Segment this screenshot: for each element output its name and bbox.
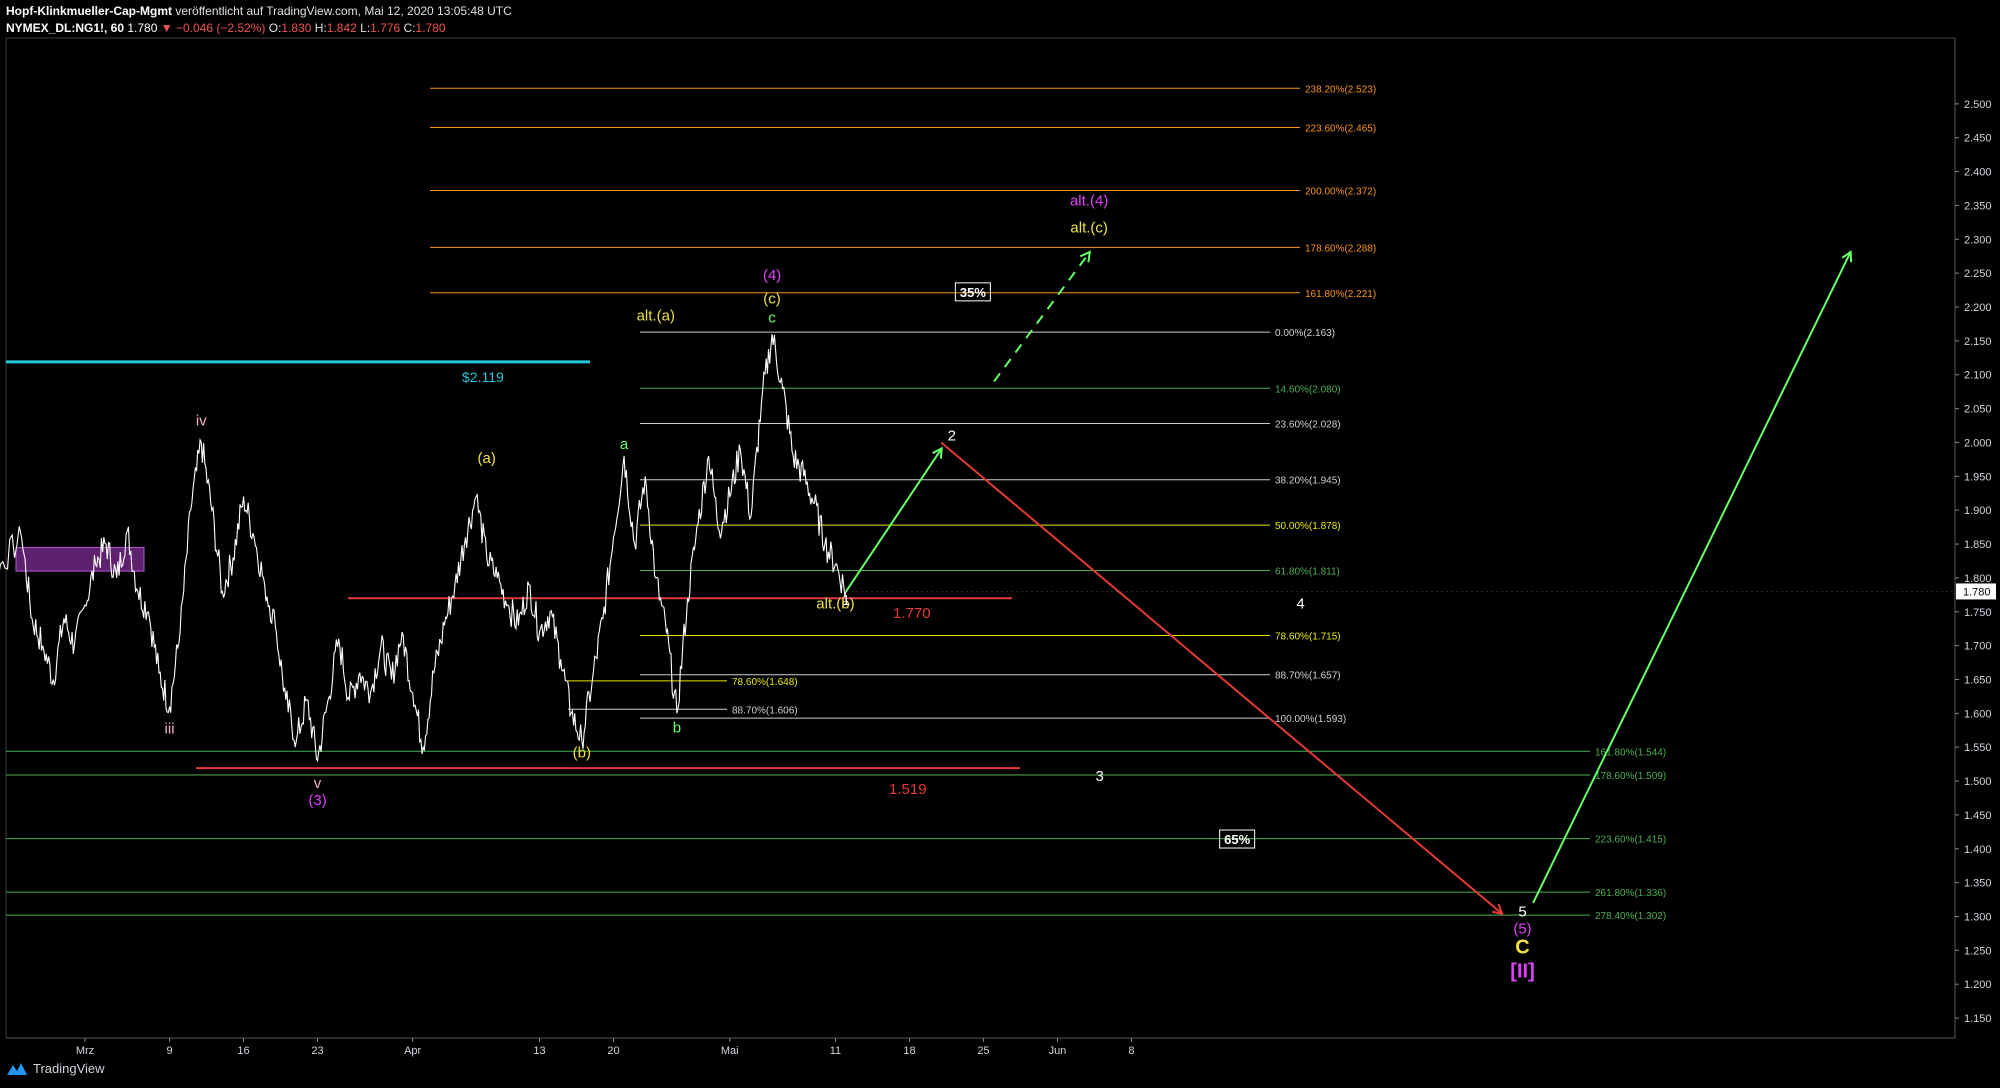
tradingview-logo-text: TradingView xyxy=(33,1061,105,1076)
y-tick-label: 2.150 xyxy=(1964,336,1992,348)
projection-arrow xyxy=(993,253,1089,383)
x-tick-label: 20 xyxy=(607,1045,619,1057)
y-tick-label: 1.500 xyxy=(1964,776,1992,788)
fib-level-label: 223.60%(2.465) xyxy=(1305,124,1376,135)
wave-label: 5 xyxy=(1518,903,1526,920)
x-tick-label: 23 xyxy=(311,1045,323,1057)
y-tick-label: 1.700 xyxy=(1964,641,1992,653)
wave-label: b xyxy=(673,719,681,736)
fib-level-label: 161.80%(2.221) xyxy=(1305,289,1376,300)
cyan-level-label: $2.119 xyxy=(462,369,504,385)
wave-label: (c) xyxy=(763,291,781,308)
fib-level-label: 261.80%(1.336) xyxy=(1595,888,1666,899)
fib-level-label: 223.60%(1.415) xyxy=(1595,835,1666,846)
fib-level-label: 178.60%(1.509) xyxy=(1595,771,1666,782)
y-tick-label: 2.300 xyxy=(1964,234,1992,246)
fib-level-label: 78.60%(1.715) xyxy=(1275,631,1341,642)
y-tick-label: 1.950 xyxy=(1964,471,1992,483)
wave-label: (b) xyxy=(573,744,591,761)
x-tick-label: Jun xyxy=(1049,1045,1067,1057)
fib-level-label: 38.20%(1.945) xyxy=(1275,476,1341,487)
wave-label: 2 xyxy=(948,427,956,444)
y-tick-label: 1.750 xyxy=(1964,607,1992,619)
fib-level-label: 278.40%(1.302) xyxy=(1595,911,1666,922)
y-tick-label: 2.500 xyxy=(1964,99,1992,111)
y-tick-label: 1.800 xyxy=(1964,573,1992,585)
x-tick-label: 8 xyxy=(1128,1045,1134,1057)
y-tick-label: 2.000 xyxy=(1964,437,1992,449)
x-tick-label: Mrz xyxy=(76,1045,94,1057)
wave-label: alt.(a) xyxy=(637,308,675,325)
x-tick-label: 13 xyxy=(533,1045,545,1057)
fib-level-label: 61.80%(1.811) xyxy=(1275,566,1340,577)
wave-label: 1 xyxy=(842,592,850,609)
y-tick-label: 1.150 xyxy=(1964,1013,1992,1025)
fib-level-label: 78.60%(1.648) xyxy=(732,677,798,688)
y-tick-label: 1.250 xyxy=(1964,945,1992,957)
y-tick-label: 2.350 xyxy=(1964,200,1992,212)
y-tick-label: 1.650 xyxy=(1964,674,1992,686)
y-tick-label: 1.200 xyxy=(1964,979,1992,991)
fib-level-label: 23.60%(2.028) xyxy=(1275,419,1341,430)
wave-label: [II] xyxy=(1510,960,1534,982)
projection-arrow xyxy=(940,441,1501,913)
wave-label: 3 xyxy=(1096,768,1104,785)
x-tick-label: 25 xyxy=(977,1045,989,1057)
x-tick-label: Mai xyxy=(721,1045,739,1057)
x-tick-label: 9 xyxy=(166,1045,172,1057)
wave-label: v xyxy=(314,775,322,792)
fib-level-label: 100.00%(1.593) xyxy=(1275,714,1346,725)
x-tick-label: 16 xyxy=(237,1045,249,1057)
projection-arrow xyxy=(1532,253,1850,904)
fib-level-label: 50.00%(1.878) xyxy=(1275,521,1341,532)
wave-label: alt.(c) xyxy=(1070,220,1108,237)
y-tick-label: 2.100 xyxy=(1964,370,1992,382)
fib-level-label: 200.00%(2.372) xyxy=(1305,187,1376,198)
wave-label: iv xyxy=(196,413,207,430)
wave-label: C xyxy=(1515,937,1529,959)
fib-level-label: 88.70%(1.657) xyxy=(1275,671,1341,682)
y-tick-label: 2.400 xyxy=(1964,167,1992,179)
wave-label: (3) xyxy=(308,792,326,809)
fib-level-label: 178.60%(2.288) xyxy=(1305,243,1376,254)
y-tick-label: 2.250 xyxy=(1964,268,1992,280)
wave-label: a xyxy=(620,436,629,453)
red-level-label-lower: 1.519 xyxy=(889,781,927,798)
wave-label: alt.(4) xyxy=(1070,192,1108,209)
wave-label: (4) xyxy=(763,267,781,284)
fib-level-label: 14.60%(2.080) xyxy=(1275,384,1341,395)
y-tick-label: 1.450 xyxy=(1964,810,1992,822)
y-tick-label: 1.550 xyxy=(1964,742,1992,754)
y-tick-label: 2.450 xyxy=(1964,133,1992,145)
fib-level-label: 0.00%(2.163) xyxy=(1275,328,1335,339)
y-tick-label: 1.900 xyxy=(1964,505,1992,517)
last-price-tag: 1.780 xyxy=(1963,586,1991,598)
tradingview-brand[interactable]: TradingView xyxy=(6,1061,105,1076)
wave-label: c xyxy=(768,310,776,327)
x-tick-label: 11 xyxy=(830,1045,841,1057)
y-tick-label: 2.200 xyxy=(1964,302,1992,314)
y-tick-label: 2.050 xyxy=(1964,404,1992,416)
y-tick-label: 1.600 xyxy=(1964,708,1992,720)
y-tick-label: 1.350 xyxy=(1964,878,1992,890)
wave-label: 35% xyxy=(960,285,986,300)
wave-label: (5) xyxy=(1513,920,1531,937)
fib-level-label: 88.70%(1.606) xyxy=(732,705,798,716)
price-chart[interactable]: 2.500 2.450 2.400 2.350 2.300 2.250 2.200 2.150… xyxy=(0,0,2000,1088)
wave-label: 65% xyxy=(1224,832,1250,847)
tradingview-logo-icon xyxy=(7,1062,27,1075)
y-tick-label: 1.400 xyxy=(1964,844,1992,856)
y-tick-label: 1.300 xyxy=(1964,911,1992,923)
x-tick-label: Apr xyxy=(404,1045,421,1057)
wave-label: (a) xyxy=(477,450,495,467)
fib-level-label: 238.20%(2.523) xyxy=(1305,84,1376,95)
x-tick-label: 18 xyxy=(903,1045,915,1057)
wave-label: iii xyxy=(165,721,175,738)
red-level-label-upper: 1.770 xyxy=(893,605,931,622)
wave-label: 4 xyxy=(1296,595,1304,612)
y-tick-label: 1.850 xyxy=(1964,539,1992,551)
